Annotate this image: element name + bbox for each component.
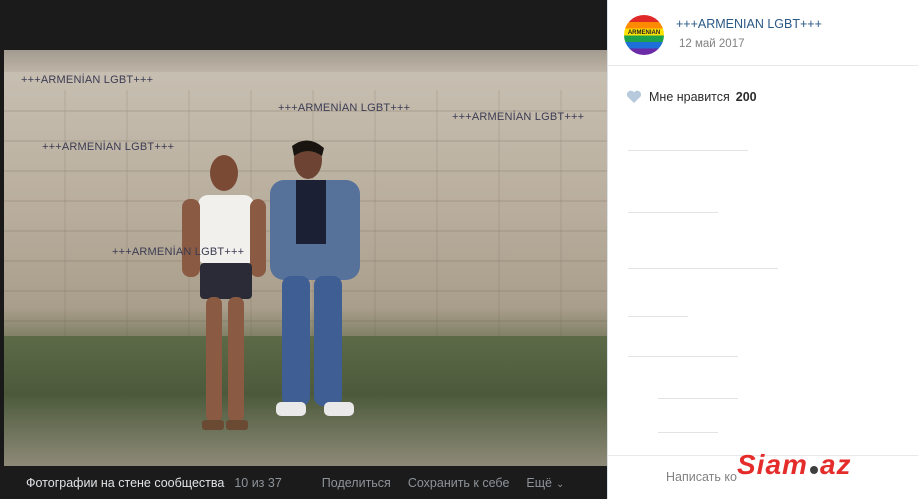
photo-viewer: +++ARMENİAN LGBT+++ +++ARMENİAN LGBT+++ … <box>0 0 918 499</box>
person-left <box>172 155 272 445</box>
site-logo: Siam az <box>737 449 897 489</box>
heart-icon <box>626 90 642 103</box>
author-name-link[interactable]: +++ARMENIAN LGBT+++ <box>676 17 822 31</box>
photo-footer: Фотографии на стене сообщества 10 из 37 … <box>0 466 607 499</box>
like-count: 200 <box>735 90 757 104</box>
avatar[interactable]: ARMENIAN <box>624 15 664 55</box>
share-button[interactable]: Поделиться <box>322 476 391 490</box>
comment-input[interactable]: Написать ко <box>666 470 737 484</box>
avatar-text: ARMENIAN <box>627 30 661 36</box>
photo-counter: 10 из 37 <box>234 475 282 490</box>
more-button[interactable]: Ещё ⌄ <box>526 476 564 490</box>
faded-line <box>628 316 688 317</box>
photo-image[interactable]: +++ARMENİAN LGBT+++ +++ARMENİAN LGBT+++ … <box>4 50 607 466</box>
watermark-5: +++ARMENİAN LGBT+++ <box>112 246 245 258</box>
faded-line <box>628 150 748 151</box>
watermark-3: +++ARMENİAN LGBT+++ <box>452 111 585 123</box>
logo-text-left: Siam <box>737 449 808 480</box>
more-label: Ещё <box>526 475 552 490</box>
faded-line <box>628 212 718 213</box>
logo-text-right: az <box>819 449 852 480</box>
person-right <box>262 140 372 430</box>
faded-line <box>628 356 738 357</box>
album-title-link[interactable]: Фотографии на стене сообщества <box>26 476 224 490</box>
chevron-down-icon: ⌄ <box>555 478 565 490</box>
faded-line <box>658 398 738 399</box>
post-date[interactable]: 12 май 2017 <box>679 38 745 50</box>
faded-line <box>628 268 778 269</box>
watermark-2: +++ARMENİAN LGBT+++ <box>278 102 411 114</box>
wall-top <box>4 50 607 72</box>
like-button[interactable]: Мне нравится 200 <box>626 90 757 104</box>
save-button[interactable]: Сохранить к себе <box>408 476 510 490</box>
post-sidebar: ARMENIAN +++ARMENIAN LGBT+++ 12 май 2017… <box>607 0 918 499</box>
logo-dot-icon <box>809 466 818 474</box>
watermark-4: +++ARMENİAN LGBT+++ <box>42 141 175 153</box>
watermark-1: +++ARMENİAN LGBT+++ <box>21 74 154 86</box>
photo-top-bar <box>0 0 607 50</box>
like-label: Мне нравится <box>649 90 730 104</box>
author-block: ARMENIAN +++ARMENIAN LGBT+++ 12 май 2017 <box>608 0 918 66</box>
photo-pane: +++ARMENİAN LGBT+++ +++ARMENİAN LGBT+++ … <box>0 0 607 499</box>
faded-line <box>658 432 718 433</box>
